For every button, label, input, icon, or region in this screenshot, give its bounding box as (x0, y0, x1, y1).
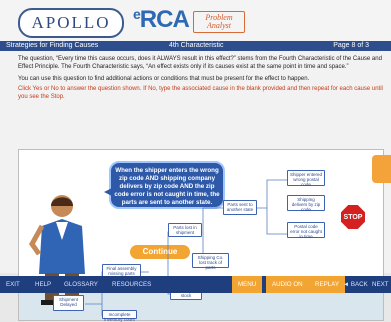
node-incomplete-inventory[interactable]: Incomplete inventory count (102, 310, 137, 322)
erca-logo-text: RCA (139, 6, 190, 33)
side-tab[interactable] (372, 155, 391, 183)
page-number: Page 8 of 3 (333, 42, 369, 49)
node-shipment-delayed[interactable]: Shipment Delayed (53, 295, 84, 311)
instruction-paragraph: Click Yes or No to answer the question s… (18, 86, 383, 100)
erca-logo-prefix: e (133, 6, 141, 22)
help-link[interactable]: HELP (35, 276, 51, 293)
characteristic-title: 4th Characteristic (169, 42, 224, 49)
section-title-bar: Strategies for Finding Causes 4th Charac… (0, 41, 391, 51)
node-parts-sent-another-state[interactable]: Parts sent to another state (223, 200, 257, 215)
stop-sign-icon: STOP (341, 205, 365, 229)
menu-button[interactable]: MENU (232, 276, 263, 293)
intro-paragraph: The question, “Every time this cause occ… (18, 56, 382, 70)
section-title: Strategies for Finding Causes (6, 42, 99, 49)
exit-link[interactable]: EXIT (6, 276, 20, 293)
app-header: APOLLO eRCA Problem Analyst (0, 0, 391, 42)
lesson-content: The question, “Every time this cause occ… (0, 51, 391, 322)
node-postal-not-caught[interactable]: Postal code error not caught in time (287, 222, 325, 239)
resources-link[interactable]: RESOURCES (112, 276, 151, 293)
replay-button[interactable]: REPLAY (309, 276, 345, 293)
node-shipping-by-zip[interactable]: Shipping delivers by zip code (287, 195, 325, 212)
question-paragraph: You can use this question to find additi… (18, 76, 310, 82)
glossary-link[interactable]: GLOSSARY (64, 276, 98, 293)
audio-toggle[interactable]: AUDIO ON (266, 276, 309, 293)
erca-logo: eRCA (133, 6, 190, 34)
whiteboard: When the shipper enters the wrong zip co… (18, 149, 384, 322)
problem-analyst-line2: Analyst (207, 21, 231, 30)
back-button[interactable]: ◄ BACK (343, 276, 368, 293)
node-parts-lost[interactable]: Parts lost in shipment (168, 223, 202, 237)
node-shipping-co-lost[interactable]: Shipping Co. lost track of parts (192, 253, 229, 270)
apollo-logo: APOLLO (18, 8, 124, 38)
apollo-logo-text: APOLLO (31, 13, 111, 32)
problem-analyst-badge: Problem Analyst (193, 11, 245, 33)
footer-nav: EXIT HELP GLOSSARY RESOURCES MENU AUDIO … (0, 276, 391, 293)
node-shipper-wrong-zip[interactable]: Shipper entered wrong postal code (287, 170, 325, 187)
next-button[interactable]: NEXT (372, 276, 389, 293)
